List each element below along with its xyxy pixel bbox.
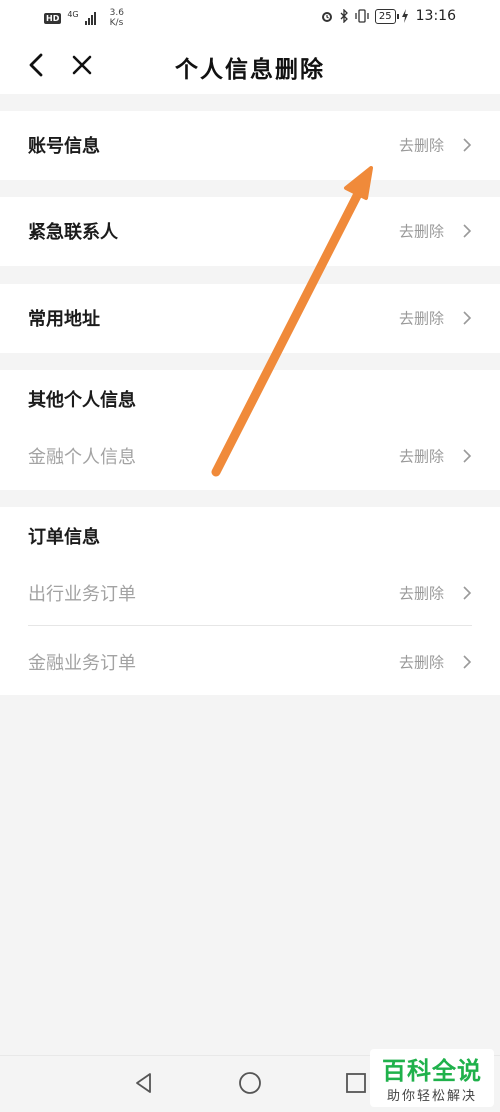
network-speed-value: 3.6 [109, 8, 124, 18]
signal-icon [84, 11, 96, 25]
hd-badge: HD [44, 12, 62, 24]
finance-personal-info-row[interactable]: 金融个人信息 去删除 [0, 428, 500, 484]
delete-link[interactable]: 去删除 [399, 135, 444, 156]
header: 个人信息删除 [0, 36, 500, 94]
travel-order-label: 出行业务订单 [28, 584, 136, 605]
order-info-card: 订单信息 出行业务订单 去删除 金融业务订单 去删除 [0, 507, 500, 695]
chevron-right-icon [463, 586, 472, 600]
account-info-label: 账号信息 [28, 136, 100, 157]
chevron-right-icon [463, 655, 472, 669]
network-type-label: 4G [67, 9, 79, 19]
travel-order-row[interactable]: 出行业务订单 去删除 [0, 565, 500, 621]
section-title-other-info: 其他个人信息 [28, 390, 136, 411]
chevron-right-icon [463, 311, 472, 325]
finance-order-row[interactable]: 金融业务订单 去删除 [0, 634, 500, 690]
status-bar-right: 25 13:16 [320, 8, 456, 24]
chevron-right-icon [463, 224, 472, 238]
delete-link[interactable]: 去删除 [399, 446, 444, 467]
battery-level: 25 [378, 10, 392, 22]
account-info-row[interactable]: 账号信息 去删除 [0, 117, 500, 173]
square-recent-icon[interactable] [343, 1070, 369, 1096]
emergency-contact-label: 紧急联系人 [28, 222, 118, 243]
watermark-subtitle: 助你轻松解决 [386, 1089, 477, 1104]
status-bar: HD 4G 3.6 K/s 25 13:16 [0, 0, 500, 36]
clock: 13:16 [415, 8, 456, 24]
delete-link[interactable]: 去删除 [399, 221, 444, 242]
chevron-right-icon [463, 449, 472, 463]
common-address-row[interactable]: 常用地址 去删除 [0, 290, 500, 346]
finance-order-label: 金融业务订单 [28, 653, 136, 674]
common-address-label: 常用地址 [28, 309, 100, 330]
emergency-card: 紧急联系人 去删除 [0, 197, 500, 266]
battery-icon: 25 [374, 8, 399, 24]
watermark-logo: 百科全说 助你轻松解决 [370, 1049, 494, 1107]
emergency-contact-row[interactable]: 紧急联系人 去删除 [0, 203, 500, 259]
other-info-card: 其他个人信息 金融个人信息 去删除 [0, 370, 500, 490]
network-speed-unit: K/s [109, 18, 124, 28]
delete-link[interactable]: 去删除 [399, 308, 444, 329]
divider [28, 625, 472, 626]
finance-personal-info-label: 金融个人信息 [28, 447, 136, 468]
bluetooth-icon [340, 9, 348, 23]
chevron-right-icon [463, 138, 472, 152]
network-speed: 3.6 K/s [110, 8, 124, 28]
address-card: 常用地址 去删除 [0, 284, 500, 353]
triangle-back-icon[interactable] [131, 1070, 157, 1096]
section-title-order-info: 订单信息 [28, 527, 100, 548]
watermark-title: 百科全说 [382, 1057, 482, 1085]
alarm-icon [321, 12, 332, 22]
charging-icon [401, 9, 408, 23]
vibrate-icon [355, 9, 369, 23]
circle-home-icon[interactable] [237, 1070, 263, 1096]
delete-link[interactable]: 去删除 [399, 652, 444, 673]
delete-link[interactable]: 去删除 [399, 583, 444, 604]
page-title: 个人信息删除 [175, 56, 325, 83]
account-card: 账号信息 去删除 [0, 111, 500, 180]
status-bar-left: HD 4G 3.6 K/s [44, 8, 124, 28]
